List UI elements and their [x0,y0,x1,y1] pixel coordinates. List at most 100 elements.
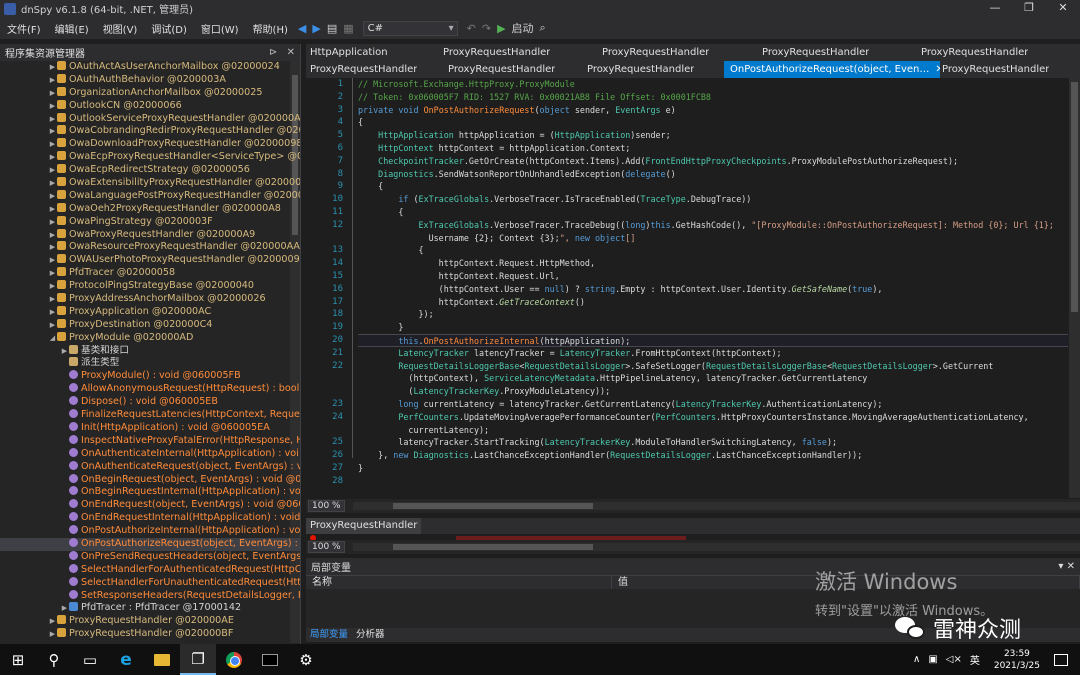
tree-item[interactable]: OnEndRequest(object, EventArgs) : void @… [0,499,300,512]
undo-icon[interactable]: ↶ [467,22,476,35]
tab-proxy-request-handler[interactable]: ProxyRequestHandler [448,61,555,78]
code-line[interactable]: LatencyTracker latencyTracker = LatencyT… [358,347,1068,360]
tab-proxy-request-handler[interactable]: ProxyRequestHandler [762,44,869,61]
menu-help[interactable]: 帮助(H) [246,21,295,36]
tree-item[interactable]: Dispose() : void @060005EB [0,396,300,409]
tree-item[interactable]: ▶ ProxyApplication @020000AC [0,305,300,319]
code-line[interactable]: httpContext.GetTraceContext() [358,296,1068,309]
expand-arrow-icon[interactable]: ▶ [48,164,57,177]
tree-item[interactable]: ▶ OwaEcpRedirectStrategy @02000056 [0,164,300,177]
volume-icon[interactable]: ◁× [946,654,962,665]
tree-item[interactable]: ▶ OwaDownloadProxyRequestHandler @0200009… [0,138,300,151]
tree-item[interactable]: ▶ PfdTracer @02000058 [0,267,300,280]
code-line[interactable]: CheckpointTracker.GetOrCreate(httpContex… [358,155,1068,168]
code-line[interactable]: HttpContext httpContext = httpApplicatio… [358,142,1068,155]
code-line[interactable]: (LatencyTrackerKey.ProxyModuleLatency)); [358,385,1068,398]
start-button[interactable]: 启动 [512,20,534,36]
tree-item[interactable]: ▶ OwaResourceProxyRequestHandler @020000A… [0,241,300,254]
code-line[interactable]: httpContext.Request.HttpMethod, [358,257,1068,270]
code-line[interactable]: (httpContext.User == null) ? string.Empt… [358,283,1068,296]
tab-proxy-request-handler-bottom[interactable]: ProxyRequestHandler [306,518,422,534]
code-line[interactable]: Diagnostics.SendWatsonReportOnUnhandledE… [358,168,1068,181]
code-line[interactable]: { [358,206,1068,219]
tree-item[interactable]: ▶ OutlookCN @02000066 [0,99,300,113]
secondary-hscrollbar[interactable] [352,543,1080,551]
code-line[interactable]: long currentLatency = latencyTracker.Get… [358,398,1068,411]
expand-arrow-icon[interactable]: ▶ [48,100,57,113]
tree-item[interactable]: OnPreSendRequestHeaders(object, EventArg… [0,550,300,564]
tab-proxy-request-handler[interactable]: ProxyRequestHandler [443,44,550,61]
expand-arrow-icon[interactable]: ▶ [48,61,57,74]
tray-chevron-icon[interactable]: ∧ [913,654,920,665]
tab-analyzer[interactable]: 分析器 [352,628,389,642]
menu-debug[interactable]: 调试(D) [144,21,194,36]
code-line[interactable]: ExTraceGlobals.VerboseTracer.TraceDebug(… [358,219,1068,232]
tree-item[interactable]: ▶ OwaCobrandingRedirProxyRequestHandler @… [0,125,300,138]
chrome-icon[interactable] [216,644,252,675]
pin-icon[interactable]: ⊳ [269,47,277,58]
tree-item[interactable]: ▶ OAuthActAsUserAnchorMailbox @02000024 [0,61,300,74]
tab-proxy-request-handler[interactable]: ProxyRequestHandler [942,61,1049,78]
expand-arrow-icon[interactable]: ▶ [48,203,57,216]
tree-item[interactable]: Init(HttpApplication) : void @060005EA [0,421,300,435]
tree-item[interactable]: OnAuthenticateRequest(object, EventArgs)… [0,460,300,474]
expand-arrow-icon[interactable]: ▶ [48,628,57,641]
code-line[interactable]: (httpContext), ServiceLatencyMetadata.Ht… [358,372,1068,385]
search-icon[interactable]: ⚲ [36,644,72,675]
code-line[interactable]: }, new Diagnostics.LastChanceExceptionHa… [358,449,1068,462]
code-line[interactable]: httpContext.Request.Url, [358,270,1068,283]
code-line[interactable]: if (ExTraceGlobals.VerboseTracer.IsTrace… [358,193,1068,206]
clock[interactable]: 23:59 2021/3/25 [994,648,1040,672]
ime-indicator[interactable]: 英 [970,652,980,667]
menu-file[interactable]: 文件(F) [0,21,48,36]
tree-item[interactable]: OnBeginRequest(object, EventArgs) : void… [0,473,300,487]
code-line[interactable]: // Microsoft.Exchange.HttpProxy.ProxyMod… [358,78,1068,91]
editor-hscrollbar[interactable] [352,502,1080,510]
forward-icon[interactable]: ▶ [312,22,320,35]
code-line[interactable] [358,475,1068,488]
expand-arrow-icon[interactable]: ▶ [48,125,57,138]
code-line[interactable]: { [358,180,1068,193]
code-line[interactable]: latencyTracker.StartTracking(LatencyTrac… [358,436,1068,449]
expand-arrow-icon[interactable]: ▶ [48,216,57,229]
tree-item[interactable]: ▶ OWAUserPhotoProxyRequestHandler @020000… [0,254,300,267]
tree-item[interactable]: ▶ PfdTracer : PfdTracer @17000142 [0,602,300,615]
code-editor[interactable]: 1 2 3 4 5 6 7 8 9 10 11 12 13 14 15 16 17 18 19 20 21 22 23 24 2… [306,78,1080,498]
start-icon[interactable]: ▶ [497,22,505,35]
tree-item[interactable]: 派生类型 [0,357,300,370]
tree-item[interactable]: OnPostAuthorizeRequest(object, EventArgs… [0,537,300,551]
expand-arrow-icon[interactable]: ▶ [48,241,57,254]
tree-item[interactable]: ▶ ProxyRequestHandler @020000AE [0,615,300,628]
tab-http-application[interactable]: HttpApplication [310,44,388,61]
tree-item[interactable]: SelectHandlerForAuthenticatedRequest(Htt… [0,563,300,577]
code-line[interactable]: PerfCounters.UpdateMovingAveragePerforma… [358,411,1068,424]
expand-arrow-icon[interactable]: ▶ [48,74,57,87]
close-button[interactable]: ✕ [1046,0,1080,17]
code-line[interactable]: { [358,116,1068,129]
tree-item[interactable]: ProxyModule() : void @060005FB [0,370,300,383]
close-panel-icon[interactable]: ✕ [287,47,295,58]
tree-item[interactable]: OnPostAuthorizeInternal(HttpApplication)… [0,525,300,538]
expand-arrow-icon[interactable]: ▶ [60,602,69,615]
tree-item[interactable]: OnEndRequestInternal(HttpApplication) : … [0,512,300,525]
menu-window[interactable]: 窗口(W) [194,21,246,36]
code-line[interactable]: currentLatency); [358,424,1068,437]
tree-item[interactable]: ▶ 基类和接口 [0,344,300,358]
zoom-select-secondary[interactable]: 100 % [308,541,345,553]
expand-arrow-icon[interactable]: ◢ [48,332,57,345]
minimize-button[interactable]: — [978,0,1012,17]
code-line[interactable]: HttpApplication httpApplication = (HttpA… [358,129,1068,142]
tree-item[interactable]: ▶ OwaExtensibilityProxyRequestHandler @02… [0,177,300,190]
menu-edit[interactable]: 编辑(E) [48,21,96,36]
tab-on-post-authorize-request[interactable]: OnPostAuthorizeRequest(object, Even… ✕ [724,61,940,78]
redo-icon[interactable]: ↷ [482,22,491,35]
search-icon[interactable]: ⌕ [540,21,546,35]
decompiled-code[interactable]: // Microsoft.Exchange.HttpProxy.ProxyMod… [358,78,1068,488]
network-icon[interactable]: ▣ [928,654,937,665]
open-folder-icon[interactable]: ▤ [327,22,337,35]
code-line[interactable]: private void OnPostAuthorizeRequest(obje… [358,104,1068,117]
code-line[interactable]: Username {2}; Context {3};", new object[… [358,232,1068,245]
locals-panel-controls[interactable]: ▾ ✕ [1058,561,1075,572]
expand-arrow-icon[interactable]: ▶ [60,345,69,358]
tree-item[interactable]: OnBeginRequestInternal(HttpApplication) … [0,486,300,499]
